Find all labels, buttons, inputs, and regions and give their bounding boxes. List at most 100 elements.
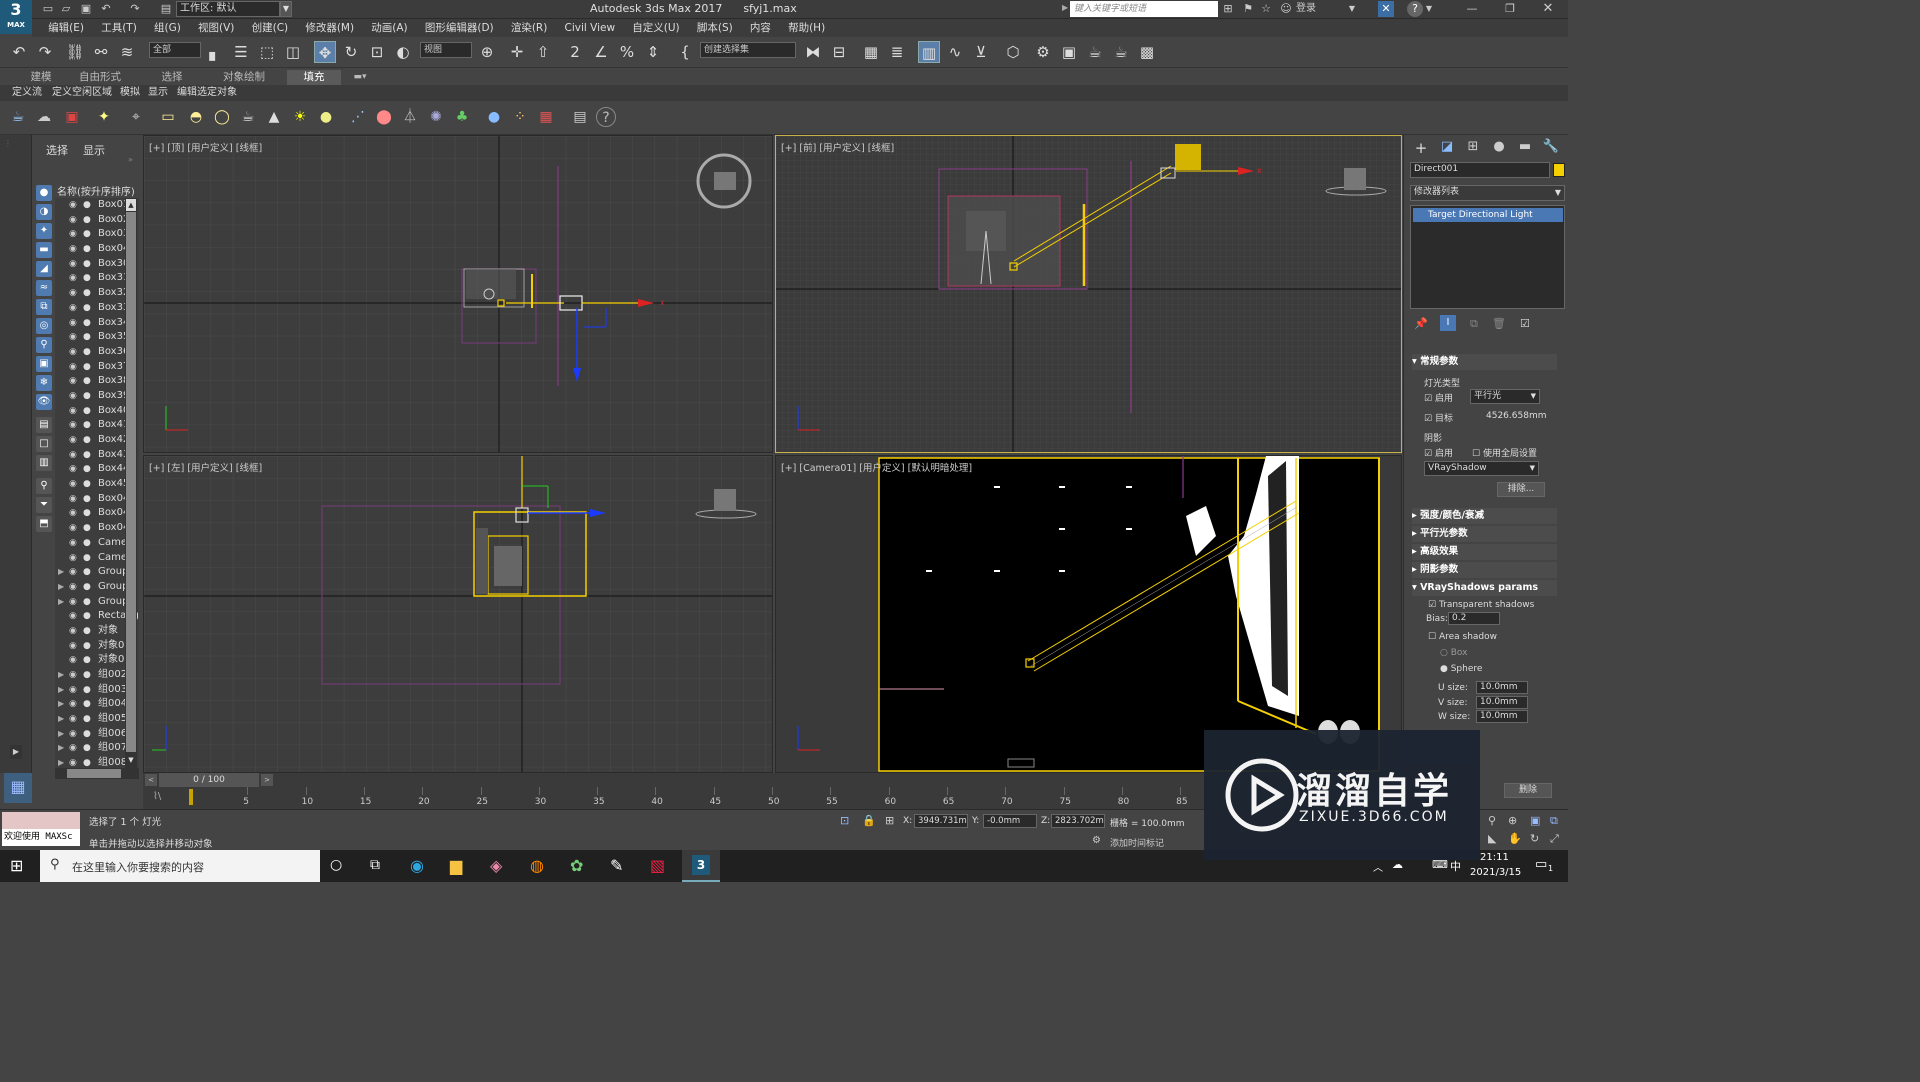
tab-selection[interactable]: 选择 (156, 70, 188, 85)
visibility-eye-icon[interactable]: ◉ (69, 213, 77, 228)
windows-start-icon[interactable]: ⊞ (10, 856, 23, 875)
visibility-eye-icon[interactable]: ◉ (69, 433, 77, 448)
menu-group[interactable]: 组(G) (147, 19, 188, 37)
tray-ime-label[interactable]: 中 (1450, 858, 1461, 874)
expand-arrow-icon[interactable]: ▶ (58, 683, 64, 698)
scroll-thumb[interactable] (126, 212, 136, 752)
placement-icon[interactable]: ◐ (392, 41, 414, 63)
select-by-name-icon[interactable]: ☰ (230, 41, 252, 63)
visibility-eye-icon[interactable]: ◉ (69, 477, 77, 492)
viewport-front[interactable]: [+] [前] [用户定义] [线框] x (775, 135, 1402, 453)
named-selection-dropdown[interactable]: 创建选择集 (700, 42, 796, 58)
renderable-icon[interactable]: ● (83, 639, 91, 654)
menu-scripting[interactable]: 脚本(S) (690, 19, 740, 37)
filter-cameras-icon[interactable]: ▬ (36, 242, 52, 258)
renderable-icon[interactable]: ● (83, 286, 91, 301)
w-size-field[interactable]: 10.0mm (1476, 710, 1528, 723)
rollout-general-params[interactable]: ▾ 常规参数 (1412, 354, 1557, 370)
renderable-icon[interactable]: ● (83, 565, 91, 580)
sphere-light-icon[interactable]: ◯ (212, 107, 232, 127)
visibility-eye-icon[interactable]: ◉ (69, 360, 77, 375)
scroll-up-icon[interactable]: ▲ (126, 199, 136, 211)
close-icon[interactable]: ✕ (1538, 1, 1558, 17)
time-slider-thumb[interactable]: 0 / 100 (159, 773, 259, 787)
app-logo[interactable]: 3 MAX (0, 0, 32, 34)
filter-helpers-icon[interactable]: ◢ (36, 261, 52, 277)
renderable-icon[interactable]: ● (83, 316, 91, 331)
subtab-define-flows[interactable]: 定义流 (12, 85, 42, 101)
file-icon[interactable]: ▤ (570, 107, 590, 127)
visibility-eye-icon[interactable]: ◉ (69, 242, 77, 257)
menu-rendering[interactable]: 渲染(R) (504, 19, 555, 37)
app-icon-1[interactable]: ◈ (490, 856, 502, 875)
visibility-eye-icon[interactable]: ◉ (69, 697, 77, 712)
clock-date[interactable]: 2021/3/15 (1470, 867, 1521, 878)
add-time-tag[interactable]: 添加时间标记 (1110, 836, 1164, 849)
renderable-icon[interactable]: ● (83, 697, 91, 712)
renderable-icon[interactable]: ● (83, 389, 91, 404)
ribbon-options-icon[interactable]: ▬▾ (348, 70, 372, 85)
visibility-eye-icon[interactable]: ◉ (69, 389, 77, 404)
visibility-eye-icon[interactable]: ◉ (69, 345, 77, 360)
cortana-icon[interactable]: ○ (330, 857, 342, 873)
exchange-icon[interactable]: ✕ (1378, 1, 1394, 17)
shadow-type-dropdown[interactable]: VRayShadow ▼ (1424, 461, 1539, 476)
light-bulb-icon[interactable]: ✦ (94, 107, 114, 127)
dome-light-icon[interactable]: ◓ (186, 107, 206, 127)
taskbar-3dsmax-button[interactable]: 3 (682, 850, 720, 882)
renderable-icon[interactable]: ● (83, 653, 91, 668)
renderable-icon[interactable]: ● (83, 213, 91, 228)
select-manipulate-icon[interactable]: ✛ (506, 41, 528, 63)
isolate-icon[interactable]: ⊡ (840, 814, 849, 827)
filter-frozen-icon[interactable]: ❄ (36, 375, 52, 391)
image-icon[interactable]: ▣ (62, 107, 82, 127)
absolute-mode-icon[interactable]: ⊞ (885, 814, 894, 827)
renderable-icon[interactable]: ● (83, 609, 91, 624)
renderable-icon[interactable]: ● (83, 477, 91, 492)
renderable-icon[interactable]: ● (83, 668, 91, 683)
renderable-icon[interactable]: ● (83, 330, 91, 345)
rendered-frame-icon[interactable]: ▣ (1058, 41, 1080, 63)
edit-named-selection-icon[interactable]: { (674, 41, 696, 63)
redo-icon[interactable]: ↷ (127, 1, 143, 17)
subtab-simulate[interactable]: 模拟 (120, 85, 140, 101)
light-type-dropdown[interactable]: 平行光 ▼ (1470, 389, 1540, 404)
filter-containers-icon[interactable]: ▣ (36, 356, 52, 372)
align-icon[interactable]: ⊟ (828, 41, 850, 63)
renderable-icon[interactable]: ● (83, 595, 91, 610)
menu-tools[interactable]: 工具(T) (94, 19, 144, 37)
renderable-icon[interactable]: ● (83, 227, 91, 242)
help-icon[interactable]: ? (1407, 1, 1423, 17)
collapse-arrow-icon[interactable]: » (128, 155, 133, 164)
create-tab-icon[interactable]: + (1412, 139, 1430, 157)
visibility-eye-icon[interactable]: ◉ (69, 741, 77, 756)
app-icon-2[interactable]: ✿ (570, 856, 583, 875)
render-iterative-icon[interactable]: ☕ (1110, 41, 1132, 63)
tab-populate[interactable]: 填充 (287, 70, 341, 85)
camera-icon[interactable]: ⌖ (126, 107, 146, 127)
subtab-define-idle-areas[interactable]: 定义空闲区域 (52, 85, 112, 101)
remove-modifier-icon[interactable]: 🗑 (1492, 317, 1506, 330)
menu-help[interactable]: 帮助(H) (781, 19, 832, 37)
next-frame-icon[interactable]: > (261, 774, 273, 786)
bias-field[interactable]: 0.2 (1448, 612, 1500, 625)
maxscript-listener[interactable] (2, 812, 80, 829)
visibility-eye-icon[interactable]: ◉ (69, 271, 77, 286)
object-color-swatch[interactable] (1553, 163, 1565, 177)
help-icon[interactable]: ? (596, 107, 616, 127)
filter-lights-icon[interactable]: ✦ (36, 223, 52, 239)
pan-icon[interactable]: ✋ (1508, 832, 1522, 845)
pivot-center-icon[interactable]: ⊕ (476, 41, 498, 63)
cloud-icon[interactable]: ☁ (34, 107, 54, 127)
tab-freeform[interactable]: 自由形式 (76, 70, 124, 85)
restore-icon[interactable]: ❐ (1500, 1, 1520, 17)
renderable-icon[interactable]: ● (83, 551, 91, 566)
scroll-down-icon[interactable]: ▼ (126, 754, 136, 766)
filter-xrefs-icon[interactable]: ◎ (36, 318, 52, 334)
visibility-eye-icon[interactable]: ◉ (69, 653, 77, 668)
material-editor-icon[interactable]: ⬡ (1002, 41, 1024, 63)
binoculars-icon[interactable]: ⊞ (1221, 1, 1235, 17)
menu-content[interactable]: 内容 (743, 19, 778, 37)
visibility-eye-icon[interactable]: ◉ (69, 198, 77, 213)
filter-hidden-icon[interactable]: 👁 (36, 394, 52, 410)
